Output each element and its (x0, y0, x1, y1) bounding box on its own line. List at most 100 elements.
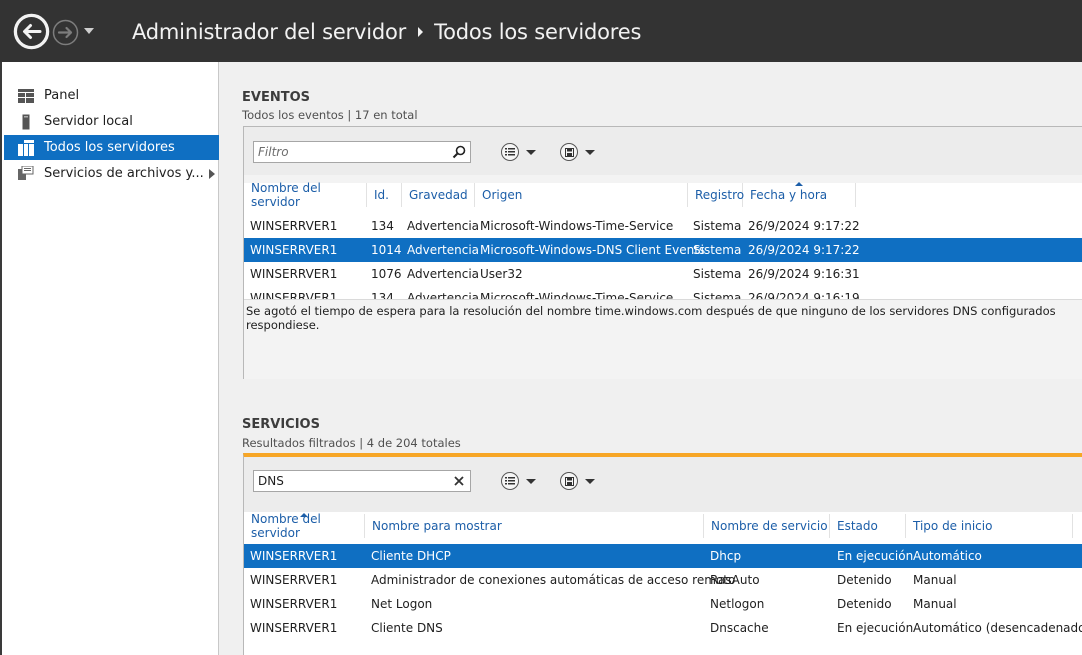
table-row[interactable]: WINSERRVER1 Administrador de conexiones a… (244, 568, 1082, 592)
cell-service-name: Dhcp (710, 549, 742, 563)
sort-descending-icon (795, 182, 803, 186)
cell-startup-type: Automático (desencadenado) (913, 621, 1082, 635)
column-header-id[interactable]: Id. (367, 183, 402, 207)
cell-service-name: Dnscache (710, 621, 769, 635)
forward-arrow-icon[interactable] (52, 19, 79, 46)
cell-datetime: 26/9/2024 9:17:22 (748, 243, 860, 257)
table-row[interactable]: WINSERRVER1 134 Advertencia Microsoft-Windo… (244, 286, 1082, 299)
services-title: SERVICIOS (242, 417, 320, 432)
list-options-icon (501, 472, 519, 490)
dashboard-icon (18, 88, 34, 104)
events-view-options-button[interactable] (501, 141, 541, 163)
services-panel: DNS Nombre del servidor Nombre para most… (243, 453, 1082, 655)
column-header-server[interactable]: Nombre del servidor (244, 512, 365, 540)
cell-severity: Advertencia (407, 243, 480, 257)
events-subtitle: Todos los eventos | 17 en total (242, 108, 418, 122)
events-save-query-button[interactable] (560, 141, 600, 163)
server-icon (18, 114, 34, 130)
table-row[interactable]: WINSERRVER1 1014 Advertencia Microsoft-Wind… (244, 238, 1082, 262)
cell-log: Sistema (693, 243, 742, 257)
services-view-options-button[interactable] (501, 470, 541, 492)
breadcrumb: Administrador del servidor Todos los ser… (132, 17, 641, 47)
cell-display-name: Net Logon (371, 597, 433, 611)
chevron-down-icon (526, 478, 536, 484)
cell-log: Sistema (693, 267, 742, 281)
cell-service-name: RasAuto (710, 573, 760, 587)
save-query-icon (560, 143, 578, 161)
cell-display-name: Cliente DNS (371, 621, 443, 635)
filter-value: DNS (258, 474, 284, 488)
cell-server: WINSERRVER1 (250, 219, 338, 233)
servers-icon (18, 139, 34, 156)
cell-status: Detenido (837, 597, 892, 611)
column-header-status[interactable]: Estado (830, 514, 906, 538)
cell-id: 134 (371, 291, 394, 299)
cell-datetime: 26/9/2024 9:17:22 (748, 219, 860, 233)
events-title: EVENTOS (242, 90, 310, 105)
column-header-startup-type[interactable]: Tipo de inicio (906, 514, 1073, 538)
cell-status: En ejecución (837, 621, 914, 635)
breadcrumb-root[interactable]: Administrador del servidor (132, 20, 406, 44)
expand-arrow-icon[interactable] (209, 169, 215, 179)
chevron-down-icon (526, 149, 536, 155)
column-header-log[interactable]: Registro (688, 183, 744, 207)
column-header-source[interactable]: Origen (475, 183, 688, 207)
cell-log: Sistema (693, 291, 742, 299)
events-toolbar: Filtro (244, 127, 1082, 175)
column-header-server[interactable]: Nombre del servidor (244, 181, 367, 209)
chevron-down-icon (585, 478, 595, 484)
nav-item-panel[interactable]: Panel (4, 83, 219, 108)
cell-server: WINSERRVER1 (250, 573, 338, 587)
search-icon[interactable] (452, 145, 466, 159)
services-grid: Nombre del servidor Nombre para mostrar … (244, 512, 1082, 655)
cell-log: Sistema (693, 219, 742, 233)
cell-display-name: Administrador de conexiones automáticas … (371, 573, 736, 587)
cell-source: Microsoft-Windows-DNS Client Events (480, 243, 706, 257)
cell-service-name: Netlogon (710, 597, 765, 611)
cell-startup-type: Manual (913, 597, 957, 611)
events-filter-input[interactable]: Filtro (253, 141, 471, 163)
filter-placeholder: Filtro (258, 145, 289, 159)
table-row[interactable]: WINSERRVER1 1076 Advertencia User32 Sistema 2… (244, 262, 1082, 286)
table-row[interactable]: WINSERRVER1 Net Logon Netlogon Detenido Manu… (244, 592, 1082, 616)
cell-status: En ejecución (837, 549, 914, 563)
history-dropdown-icon[interactable] (83, 26, 95, 36)
table-row[interactable]: WINSERRVER1 134 Advertencia Microsoft-Windo… (244, 214, 1082, 238)
cell-status: Detenido (837, 573, 892, 587)
file-services-icon (18, 165, 34, 182)
nav-item-label: Panel (44, 88, 80, 103)
cell-source: Microsoft-Windows-Time-Service (480, 291, 674, 299)
column-header-display-name[interactable]: Nombre para mostrar (365, 514, 704, 538)
cell-id: 1076 (371, 267, 402, 281)
cell-server: WINSERRVER1 (250, 243, 338, 257)
services-save-query-button[interactable] (560, 470, 600, 492)
cell-id: 134 (371, 219, 394, 233)
clear-filter-icon[interactable] (452, 474, 466, 488)
breadcrumb-separator-icon (418, 27, 424, 37)
table-row[interactable]: WINSERRVER1 Cliente DHCP Dhcp En ejecución A… (244, 544, 1082, 568)
column-header-severity[interactable]: Gravedad (402, 183, 475, 207)
nav-item-all-servers[interactable]: Todos los servidores (4, 135, 219, 160)
cell-server: WINSERRVER1 (250, 621, 338, 635)
cell-severity: Advertencia (407, 219, 480, 233)
cell-severity: Advertencia (407, 291, 480, 299)
nav-item-label: Todos los servidores (44, 140, 175, 155)
cell-datetime: 26/9/2024 9:16:31 (748, 267, 860, 281)
event-detail-pane: Se agotó el tiempo de espera para la res… (244, 299, 1082, 379)
cell-startup-type: Manual (913, 573, 957, 587)
cell-server: WINSERRVER1 (250, 597, 338, 611)
nav-item-local-server[interactable]: Servidor local (4, 109, 219, 134)
cell-datetime: 26/9/2024 9:16:19 (748, 291, 860, 299)
column-header-datetime[interactable]: Fecha y hora (743, 183, 856, 207)
table-row[interactable]: WINSERRVER1 Cliente DNS Dnscache En ejecuci… (244, 616, 1082, 640)
sort-ascending-icon (300, 513, 308, 517)
main-content: EVENTOS Todos los eventos | 17 en total … (219, 62, 1082, 655)
nav-item-file-services[interactable]: Servicios de archivos y... (4, 161, 219, 186)
cell-id: 1014 (371, 243, 402, 257)
back-arrow-icon[interactable] (13, 13, 50, 50)
services-filter-input[interactable]: DNS (253, 470, 471, 492)
column-header-service-name[interactable]: Nombre de servicio (704, 514, 830, 538)
services-toolbar: DNS (244, 457, 1082, 512)
events-panel: Filtro Nombre del servidor Id. Gravedad … (243, 126, 1082, 379)
cell-server: WINSERRVER1 (250, 291, 338, 299)
